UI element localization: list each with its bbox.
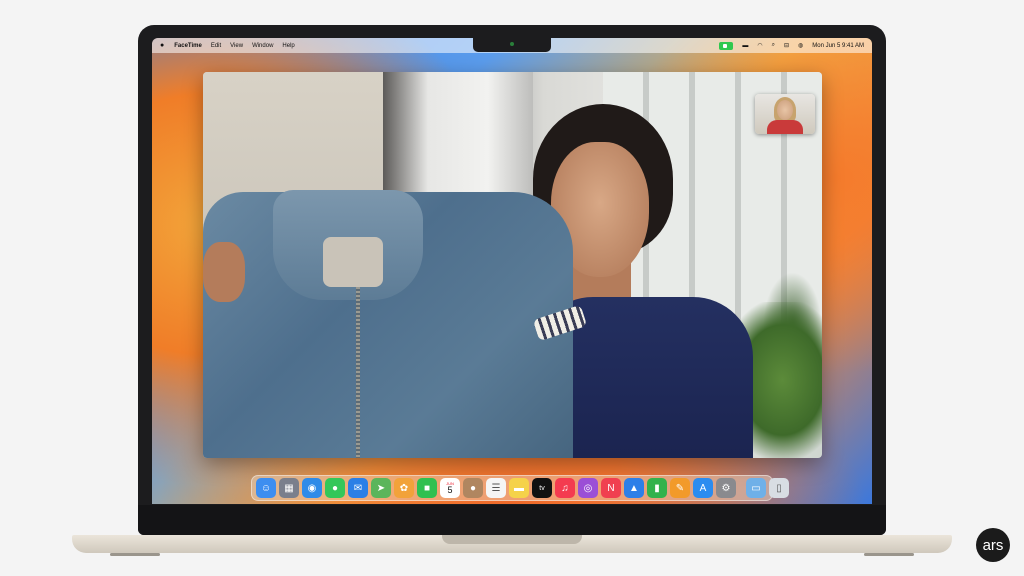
battery-icon[interactable]: ▬ bbox=[742, 43, 748, 49]
jacket-zipper bbox=[356, 287, 360, 458]
ars-logo: ars bbox=[976, 528, 1010, 562]
dock-numbers-icon[interactable]: ▮ bbox=[647, 478, 667, 498]
dock: ☺ ▦ ◉ ● ✉ ➤ ✿ ■ JUN 5 ● ☰ ▬ tv ♫ ◎ N ▲ ▮ ✎ A ⚙ ▭ ▯ bbox=[251, 475, 789, 501]
menu-edit[interactable]: Edit bbox=[211, 43, 221, 49]
dock-calendar-icon[interactable]: JUN 5 bbox=[440, 478, 460, 498]
dock-launchpad-icon[interactable]: ▦ bbox=[279, 478, 299, 498]
menu-app-name[interactable]: FaceTime bbox=[174, 43, 202, 49]
facetime-window[interactable] bbox=[203, 72, 822, 458]
caller-left-hand bbox=[203, 242, 245, 302]
self-view-body bbox=[767, 120, 803, 134]
dock-keynote-icon[interactable]: ▲ bbox=[624, 478, 644, 498]
self-view-thumbnail[interactable] bbox=[755, 94, 815, 134]
dock-safari-icon[interactable]: ◉ bbox=[302, 478, 322, 498]
self-view-face bbox=[777, 100, 793, 120]
siri-icon[interactable]: ◍ bbox=[798, 42, 803, 49]
dock-notes-icon[interactable]: ▬ bbox=[509, 478, 529, 498]
laptop-foot-left bbox=[110, 553, 160, 556]
dock-pages-icon[interactable]: ✎ bbox=[670, 478, 690, 498]
dock-maps-icon[interactable]: ➤ bbox=[371, 478, 391, 498]
search-icon[interactable]: ⌕ bbox=[772, 42, 775, 49]
menu-view[interactable]: View bbox=[230, 43, 243, 49]
dock-contacts-icon[interactable]: ● bbox=[463, 478, 483, 498]
dock-reminders-icon[interactable]: ☰ bbox=[486, 478, 506, 498]
apple-icon[interactable]: ● bbox=[160, 42, 164, 49]
laptop-chin bbox=[138, 505, 886, 535]
wifi-icon[interactable]: ◠ bbox=[757, 42, 762, 49]
laptop-base-notch bbox=[442, 535, 582, 544]
dock-app-store-icon[interactable]: A bbox=[693, 478, 713, 498]
calendar-day: 5 bbox=[447, 484, 453, 495]
dock-music-icon[interactable]: ♫ bbox=[555, 478, 575, 498]
dock-facetime-icon[interactable]: ■ bbox=[417, 478, 437, 498]
dock-photos-icon[interactable]: ✿ bbox=[394, 478, 414, 498]
camera-notch bbox=[473, 38, 551, 52]
dock-podcasts-icon[interactable]: ◎ bbox=[578, 478, 598, 498]
dock-messages-icon[interactable]: ● bbox=[325, 478, 345, 498]
dock-trash-icon[interactable]: ▯ bbox=[769, 478, 789, 498]
menu-help[interactable]: Help bbox=[282, 43, 294, 49]
laptop-foot-right bbox=[864, 553, 914, 556]
dock-news-icon[interactable]: N bbox=[601, 478, 621, 498]
menu-window[interactable]: Window bbox=[252, 43, 273, 49]
facetime-indicator-icon[interactable] bbox=[719, 41, 734, 50]
ars-logo-text: ars bbox=[982, 536, 1004, 554]
dock-finder-icon[interactable]: ☺ bbox=[256, 478, 276, 498]
dock-system-settings-icon[interactable]: ⚙ bbox=[716, 478, 736, 498]
desktop-screen: ● FaceTime Edit View Window Help ▬ ◠ ⌕ ⊟… bbox=[152, 38, 872, 504]
jacket-lining bbox=[323, 237, 383, 287]
menu-clock[interactable]: Mon Jun 5 9:41 AM bbox=[812, 43, 864, 49]
dock-downloads-folder-icon[interactable]: ▭ bbox=[746, 478, 766, 498]
dock-tv-icon[interactable]: tv bbox=[532, 478, 552, 498]
dock-mail-icon[interactable]: ✉ bbox=[348, 478, 368, 498]
control-center-icon[interactable]: ⊟ bbox=[784, 42, 789, 49]
